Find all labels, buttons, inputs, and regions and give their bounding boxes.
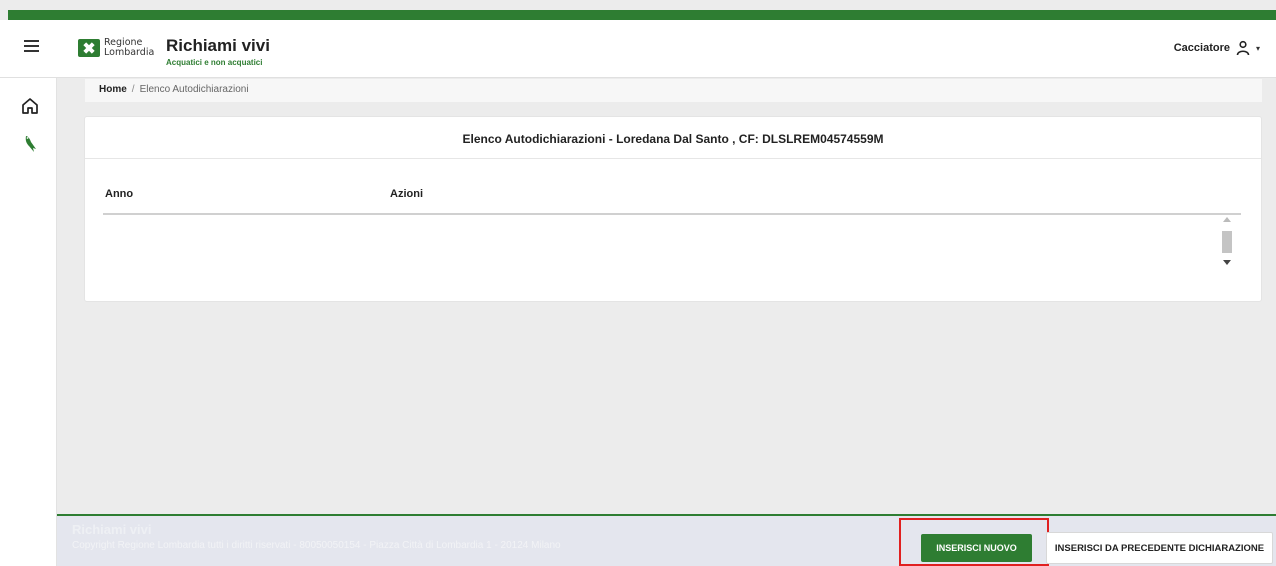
logo-text: Regione Lombardia [104, 38, 154, 58]
regione-lombardia-logo[interactable]: Regione Lombardia Richiami vivi Acquatic… [78, 36, 270, 73]
inserisci-da-precedente-button[interactable]: INSERISCI DA PRECEDENTE DICHIARAZIONE [1046, 532, 1273, 564]
sidebar-item-richiami[interactable] [19, 133, 41, 155]
card-title: Elenco Autodichiarazioni - Loredana Dal … [462, 132, 884, 146]
inserisci-nuovo-button[interactable]: INSERISCI NUOVO [921, 534, 1032, 562]
column-header-azioni: Azioni [390, 188, 423, 200]
breadcrumb-home-link[interactable]: Home [99, 84, 127, 95]
app-title: Richiami vivi [166, 36, 270, 55]
table-body [103, 215, 1241, 271]
scroll-up-arrow-icon[interactable] [1223, 217, 1231, 222]
home-icon [22, 98, 38, 114]
rosa-camuna-icon [78, 39, 100, 57]
app-subtitle: Acquatici e non acquatici [166, 58, 263, 67]
table-scrollbar[interactable] [1221, 217, 1233, 269]
sidebar-item-home[interactable] [19, 95, 41, 117]
column-header-anno: Anno [105, 188, 134, 200]
user-name: Cacciatore [1173, 42, 1230, 54]
scroll-down-arrow-icon[interactable] [1223, 260, 1231, 265]
bird-icon [25, 136, 36, 152]
autodichiarazioni-card: Elenco Autodichiarazioni - Loredana Dal … [84, 116, 1262, 302]
chevron-down-icon: ▾ [1255, 43, 1260, 53]
breadcrumb-separator: / [131, 84, 135, 95]
scroll-thumb[interactable] [1222, 231, 1232, 253]
user-icon [1236, 40, 1250, 56]
user-menu[interactable]: Cacciatore ▾ [1174, 38, 1260, 58]
footer-copyright: Copyright Regione Lombardia tutti i diri… [72, 540, 561, 551]
app-header: Regione Lombardia Richiami vivi Acquatic… [0, 20, 1276, 78]
footer-title: Richiami vivi [72, 522, 152, 537]
top-accent-stripe [8, 10, 1276, 20]
breadcrumb: Home / Elenco Autodichiarazioni [85, 79, 1262, 102]
hamburger-icon[interactable] [24, 40, 39, 52]
logo-line-2: Lombardia [104, 47, 155, 58]
breadcrumb-current: Elenco Autodichiarazioni [139, 84, 249, 95]
card-divider [85, 158, 1261, 159]
sidebar [0, 78, 57, 566]
